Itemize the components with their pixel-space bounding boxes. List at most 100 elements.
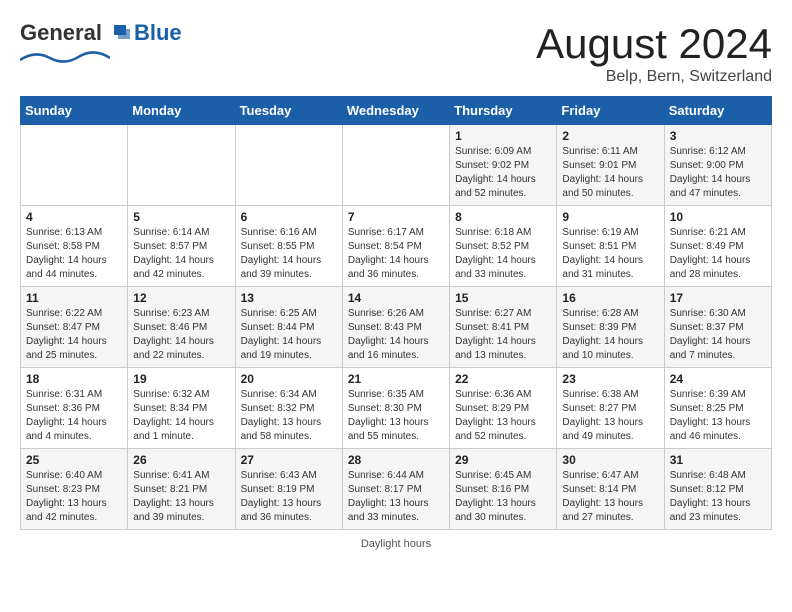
calendar-cell: 8 Sunrise: 6:18 AM Sunset: 8:52 PM Daylig… [450,206,557,287]
day-number: 7 [348,210,444,224]
calendar-cell: 27 Sunrise: 6:43 AM Sunset: 8:19 PM Dayli… [235,449,342,530]
calendar-cell: 9 Sunrise: 6:19 AM Sunset: 8:51 PM Daylig… [557,206,664,287]
day-number: 27 [241,453,337,467]
day-info: Sunrise: 6:39 AM Sunset: 8:25 PM Dayligh… [670,388,766,444]
day-info: Sunrise: 6:40 AM Sunset: 8:23 PM Dayligh… [26,469,122,525]
calendar-cell: 11 Sunrise: 6:22 AM Sunset: 8:47 PM Dayli… [21,287,128,368]
day-number: 20 [241,372,337,386]
logo: General Blue [20,20,182,69]
day-number: 29 [455,453,551,467]
calendar-cell: 12Sunrise: 6:23 AM Sunset: 8:46 PM Dayli… [128,287,235,368]
day-number: 28 [348,453,444,467]
day-info: Sunrise: 6:45 AM Sunset: 8:16 PM Dayligh… [455,469,551,525]
day-info: Sunrise: 6:16 AM Sunset: 8:55 PM Dayligh… [241,226,337,282]
day-number: 30 [562,453,658,467]
day-info: Sunrise: 6:25 AM Sunset: 8:44 PM Dayligh… [241,307,337,363]
day-info: Sunrise: 6:09 AM Sunset: 9:02 PM Dayligh… [455,145,551,201]
day-number: 3 [670,129,766,143]
calendar-header-wednesday: Wednesday [342,97,449,125]
calendar-cell: 2 Sunrise: 6:11 AM Sunset: 9:01 PM Daylig… [557,125,664,206]
day-number: 25 [26,453,122,467]
calendar-cell: 19Sunrise: 6:32 AM Sunset: 8:34 PM Dayli… [128,368,235,449]
calendar-cell [342,125,449,206]
title-section: August 2024 Belp, Bern, Switzerland [536,20,772,86]
day-info: Sunrise: 6:30 AM Sunset: 8:37 PM Dayligh… [670,307,766,363]
day-number: 15 [455,291,551,305]
day-number: 19 [133,372,229,386]
calendar-cell: 6 Sunrise: 6:16 AM Sunset: 8:55 PM Daylig… [235,206,342,287]
day-number: 11 [26,291,122,305]
day-info: Sunrise: 6:48 AM Sunset: 8:12 PM Dayligh… [670,469,766,525]
calendar-cell: 1 Sunrise: 6:09 AM Sunset: 9:02 PM Daylig… [450,125,557,206]
day-number: 14 [348,291,444,305]
day-number: 2 [562,129,658,143]
day-info: Sunrise: 6:19 AM Sunset: 8:51 PM Dayligh… [562,226,658,282]
day-info: Sunrise: 6:35 AM Sunset: 8:30 PM Dayligh… [348,388,444,444]
calendar-cell: 16 Sunrise: 6:28 AM Sunset: 8:39 PM Dayli… [557,287,664,368]
logo-icon [106,21,130,45]
calendar-header-row: SundayMondayTuesdayWednesdayThursdayFrid… [21,97,772,125]
calendar-cell [128,125,235,206]
calendar-cell: 26Sunrise: 6:41 AM Sunset: 8:21 PM Dayli… [128,449,235,530]
day-number: 16 [562,291,658,305]
day-number: 26 [133,453,229,467]
calendar-cell: 29 Sunrise: 6:45 AM Sunset: 8:16 PM Dayli… [450,449,557,530]
day-number: 8 [455,210,551,224]
calendar-cell: 14Sunrise: 6:26 AM Sunset: 8:43 PM Dayli… [342,287,449,368]
calendar-header-monday: Monday [128,97,235,125]
day-info: Sunrise: 6:38 AM Sunset: 8:27 PM Dayligh… [562,388,658,444]
calendar-cell: 28 Sunrise: 6:44 AM Sunset: 8:17 PM Dayli… [342,449,449,530]
day-number: 13 [241,291,337,305]
day-info: Sunrise: 6:22 AM Sunset: 8:47 PM Dayligh… [26,307,122,363]
day-number: 9 [562,210,658,224]
day-number: 22 [455,372,551,386]
day-number: 5 [133,210,229,224]
day-number: 1 [455,129,551,143]
day-number: 12 [133,291,229,305]
day-info: Sunrise: 6:27 AM Sunset: 8:41 PM Dayligh… [455,307,551,363]
day-info: Sunrise: 6:43 AM Sunset: 8:19 PM Dayligh… [241,469,337,525]
day-number: 18 [26,372,122,386]
day-info: Sunrise: 6:31 AM Sunset: 8:36 PM Dayligh… [26,388,122,444]
calendar-header-thursday: Thursday [450,97,557,125]
calendar-cell: 18 Sunrise: 6:31 AM Sunset: 8:36 PM Dayli… [21,368,128,449]
day-info: Sunrise: 6:17 AM Sunset: 8:54 PM Dayligh… [348,226,444,282]
day-number: 21 [348,372,444,386]
day-number: 23 [562,372,658,386]
day-info: Sunrise: 6:21 AM Sunset: 8:49 PM Dayligh… [670,226,766,282]
calendar-cell: 7 Sunrise: 6:17 AM Sunset: 8:54 PM Daylig… [342,206,449,287]
day-number: 24 [670,372,766,386]
calendar-cell: 5 Sunrise: 6:14 AM Sunset: 8:57 PM Daylig… [128,206,235,287]
calendar-week-4: 18 Sunrise: 6:31 AM Sunset: 8:36 PM Dayli… [21,368,772,449]
calendar-cell: 25 Sunrise: 6:40 AM Sunset: 8:23 PM Dayli… [21,449,128,530]
location: Belp, Bern, Switzerland [536,68,772,86]
day-info: Sunrise: 6:18 AM Sunset: 8:52 PM Dayligh… [455,226,551,282]
logo-general: General [20,20,102,46]
calendar-week-3: 11 Sunrise: 6:22 AM Sunset: 8:47 PM Dayli… [21,287,772,368]
page-header: General Blue August 2024 Belp, Bern, Swi… [20,20,772,86]
calendar-cell: 31Sunrise: 6:48 AM Sunset: 8:12 PM Dayli… [664,449,771,530]
day-number: 10 [670,210,766,224]
calendar-cell: 13 Sunrise: 6:25 AM Sunset: 8:44 PM Dayli… [235,287,342,368]
calendar-cell: 23 Sunrise: 6:38 AM Sunset: 8:27 PM Dayli… [557,368,664,449]
day-info: Sunrise: 6:44 AM Sunset: 8:17 PM Dayligh… [348,469,444,525]
day-info: Sunrise: 6:12 AM Sunset: 9:00 PM Dayligh… [670,145,766,201]
day-number: 6 [241,210,337,224]
calendar-week-1: 1 Sunrise: 6:09 AM Sunset: 9:02 PM Daylig… [21,125,772,206]
calendar-week-2: 4Sunrise: 6:13 AM Sunset: 8:58 PM Daylig… [21,206,772,287]
calendar-header-tuesday: Tuesday [235,97,342,125]
day-info: Sunrise: 6:11 AM Sunset: 9:01 PM Dayligh… [562,145,658,201]
day-info: Sunrise: 6:28 AM Sunset: 8:39 PM Dayligh… [562,307,658,363]
logo-wave [20,48,110,64]
calendar-table: SundayMondayTuesdayWednesdayThursdayFrid… [20,96,772,530]
calendar-cell: 30Sunrise: 6:47 AM Sunset: 8:14 PM Dayli… [557,449,664,530]
calendar-cell: 15 Sunrise: 6:27 AM Sunset: 8:41 PM Dayli… [450,287,557,368]
month-title: August 2024 [536,20,772,68]
day-info: Sunrise: 6:14 AM Sunset: 8:57 PM Dayligh… [133,226,229,282]
footer-note: Daylight hours [20,538,772,550]
calendar-cell: 17Sunrise: 6:30 AM Sunset: 8:37 PM Dayli… [664,287,771,368]
calendar-cell: 20Sunrise: 6:34 AM Sunset: 8:32 PM Dayli… [235,368,342,449]
logo-blue: Blue [134,20,182,46]
calendar-header-sunday: Sunday [21,97,128,125]
calendar-cell: 21 Sunrise: 6:35 AM Sunset: 8:30 PM Dayli… [342,368,449,449]
